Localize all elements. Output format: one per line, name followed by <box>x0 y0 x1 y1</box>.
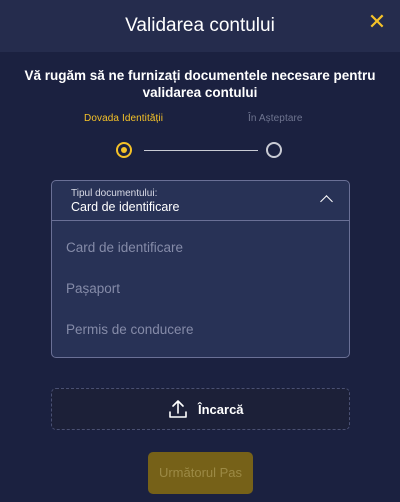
chevron-up-icon <box>320 195 333 208</box>
upload-label: Încarcă <box>198 402 244 417</box>
modal-title: Validarea contului <box>125 15 275 36</box>
modal-header: Validarea contului ✕ <box>0 0 400 52</box>
step-connector <box>144 150 258 151</box>
next-step-button[interactable]: Următorul Pas <box>148 452 253 494</box>
select-caption: Tipul documentului: <box>71 188 158 199</box>
option-passport[interactable]: Pașaport <box>66 281 120 296</box>
step-indicator-active <box>116 142 132 158</box>
option-id-card[interactable]: Card de identificare <box>66 240 183 255</box>
step-indicator-pending <box>266 142 282 158</box>
close-icon[interactable]: ✕ <box>367 11 387 33</box>
instructions-text: Vă rugăm să ne furnizați documentele nec… <box>24 68 376 100</box>
upload-button[interactable]: Încarcă <box>51 388 350 430</box>
upload-icon <box>169 400 187 418</box>
document-type-select[interactable]: Tipul documentului: Card de identificare <box>52 181 349 221</box>
option-drivers-license[interactable]: Permis de conducere <box>66 322 194 337</box>
step-label-pending: În Așteptare <box>248 113 303 124</box>
select-value: Card de identificare <box>71 200 180 214</box>
step-label-identity: Dovada Identității <box>84 113 164 124</box>
document-type-dropdown: Tipul documentului: Card de identificare… <box>51 180 350 358</box>
